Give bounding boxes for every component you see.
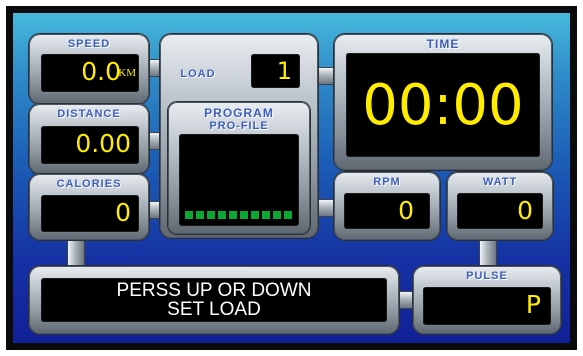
load-label: LOAD — [180, 68, 216, 80]
profile-bar — [185, 211, 193, 219]
load-program-panel: LOAD 1 PROGRAM PRO-FILE — [160, 34, 318, 238]
connector — [317, 200, 335, 216]
rpm-label: RPM — [373, 176, 401, 188]
message-line-2: SET LOAD — [167, 299, 261, 320]
program-profile-panel: PROGRAM PRO-FILE — [168, 102, 310, 234]
message-line-1: PERSS UP OR DOWN — [116, 280, 312, 301]
speed-label: SPEED — [67, 38, 111, 50]
profile-bar — [251, 211, 259, 219]
profile-bar — [284, 211, 292, 219]
calories-value: 0 — [115, 198, 131, 227]
rpm-display: 0 — [344, 193, 430, 229]
connector — [317, 68, 335, 84]
watt-panel: WATT 0 — [447, 172, 553, 240]
message-display: PERSS UP OR DOWN SET LOAD — [41, 278, 387, 322]
speed-unit: KM — [118, 67, 136, 79]
speed-value: 0.0 — [81, 57, 121, 86]
profile-bar — [262, 211, 270, 219]
time-display: 00:00 — [346, 53, 540, 157]
program-label: PROGRAM — [204, 106, 274, 120]
speed-panel: SPEED 0.0 KM — [29, 34, 149, 104]
pulse-display: P — [423, 287, 551, 325]
program-profile-display — [179, 134, 299, 226]
time-label: TIME — [426, 37, 460, 51]
calories-display: 0 — [41, 195, 139, 232]
distance-display: 0.00 — [41, 126, 139, 164]
distance-panel: DISTANCE 0.00 — [29, 104, 149, 174]
profile-bar — [240, 211, 248, 219]
pulse-panel: PULSE P — [413, 266, 561, 334]
pulse-label: PULSE — [466, 270, 508, 282]
pulse-value: P — [525, 290, 541, 319]
profile-label: PRO-FILE — [209, 120, 269, 132]
speed-display: 0.0 KM — [41, 54, 139, 92]
distance-label: DISTANCE — [57, 108, 121, 120]
time-panel: TIME 00:00 — [334, 34, 552, 170]
profile-bar — [273, 211, 281, 219]
calories-panel: CALORIES 0 — [29, 174, 149, 240]
distance-value: 0.00 — [75, 129, 131, 158]
watt-value: 0 — [517, 196, 533, 225]
rpm-value: 0 — [398, 196, 414, 225]
load-display: 1 — [251, 54, 300, 88]
profile-bar — [207, 211, 215, 219]
rpm-panel: RPM 0 — [334, 172, 440, 240]
watt-display: 0 — [457, 193, 543, 229]
connector — [68, 240, 84, 268]
profile-bar — [229, 211, 237, 219]
watt-label: WATT — [482, 176, 518, 188]
time-value: 00:00 — [362, 73, 524, 138]
profile-bar — [196, 211, 204, 219]
connector — [480, 240, 496, 268]
calories-label: CALORIES — [56, 178, 122, 190]
load-value: 1 — [276, 57, 292, 85]
profile-bar — [218, 211, 226, 219]
message-panel: PERSS UP OR DOWN SET LOAD — [29, 266, 399, 334]
speed-number: 0.0 — [81, 57, 121, 86]
